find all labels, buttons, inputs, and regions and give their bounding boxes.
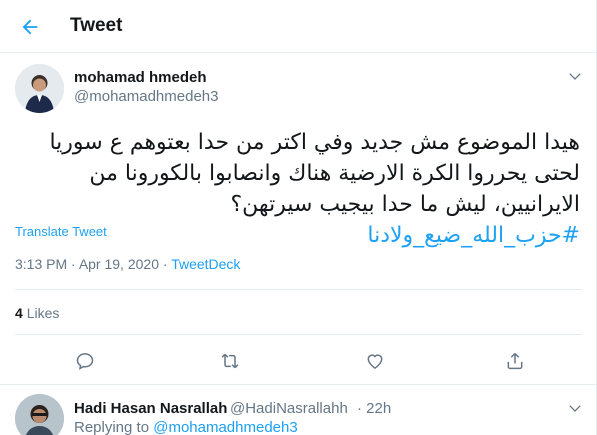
divider	[0, 384, 596, 385]
translate-tweet-link[interactable]: Translate Tweet	[15, 224, 107, 239]
reply-time[interactable]: · 22h	[357, 400, 391, 417]
arrow-left-icon	[22, 19, 38, 35]
reply-menu-button[interactable]	[563, 396, 587, 420]
reply-time-value: 22h	[366, 400, 392, 417]
likes-link[interactable]: 4 Likes	[15, 305, 59, 321]
tweet-body: هيدا الموضوع مش جديد وفي اكتر من حدا بعت…	[49, 130, 580, 217]
replying-prefix: Replying to	[74, 419, 150, 435]
likes-label: Likes	[26, 305, 60, 321]
retweet-icon	[221, 353, 239, 369]
tweet-time[interactable]: 3:13 PM	[15, 256, 67, 272]
meta-separator: ·	[71, 256, 79, 272]
page-title: Tweet	[70, 15, 123, 36]
replying-mention[interactable]: @mohamadhmedeh3	[153, 419, 297, 435]
reply-author-name[interactable]: Hadi Hasan Nasrallah	[74, 400, 227, 417]
divider	[15, 289, 582, 290]
reply-author-handle[interactable]: @HadiNasrallahh	[230, 400, 348, 417]
share-button[interactable]	[497, 343, 533, 379]
chevron-down-icon	[569, 405, 581, 412]
like-button[interactable]	[357, 343, 393, 379]
back-button[interactable]	[12, 9, 48, 45]
author-avatar[interactable]	[15, 64, 64, 113]
share-icon	[507, 352, 523, 370]
retweet-button[interactable]	[212, 343, 248, 379]
page-header: Tweet	[0, 0, 596, 53]
author-name[interactable]: mohamad hmedeh	[74, 69, 207, 86]
replying-to: Replying to @mohamadhmedeh3	[74, 419, 298, 435]
tweet-meta: 3:13 PM · Apr 19, 2020 · TweetDeck	[15, 256, 240, 272]
comment-icon	[76, 353, 94, 370]
tweet-actions	[0, 343, 596, 383]
reply-button[interactable]	[67, 343, 103, 379]
meta-separator: ·	[162, 256, 172, 272]
tweet-source[interactable]: TweetDeck	[171, 256, 240, 272]
heart-icon	[367, 354, 383, 369]
divider	[15, 334, 582, 335]
tweet-date[interactable]: Apr 19, 2020	[79, 256, 159, 272]
author-handle[interactable]: @mohamadhmedeh3	[74, 88, 218, 105]
reply-avatar[interactable]	[15, 394, 64, 435]
likes-count: 4	[15, 305, 23, 321]
tweet-page: Tweet mohamad hmedeh @mohamadhmedeh3 هيد…	[0, 0, 597, 435]
tweet-menu-button[interactable]	[563, 64, 587, 88]
chevron-down-icon	[569, 73, 581, 80]
tweet-hashtag[interactable]: #حزب_الله_ضيع_ولادنا	[367, 223, 580, 248]
